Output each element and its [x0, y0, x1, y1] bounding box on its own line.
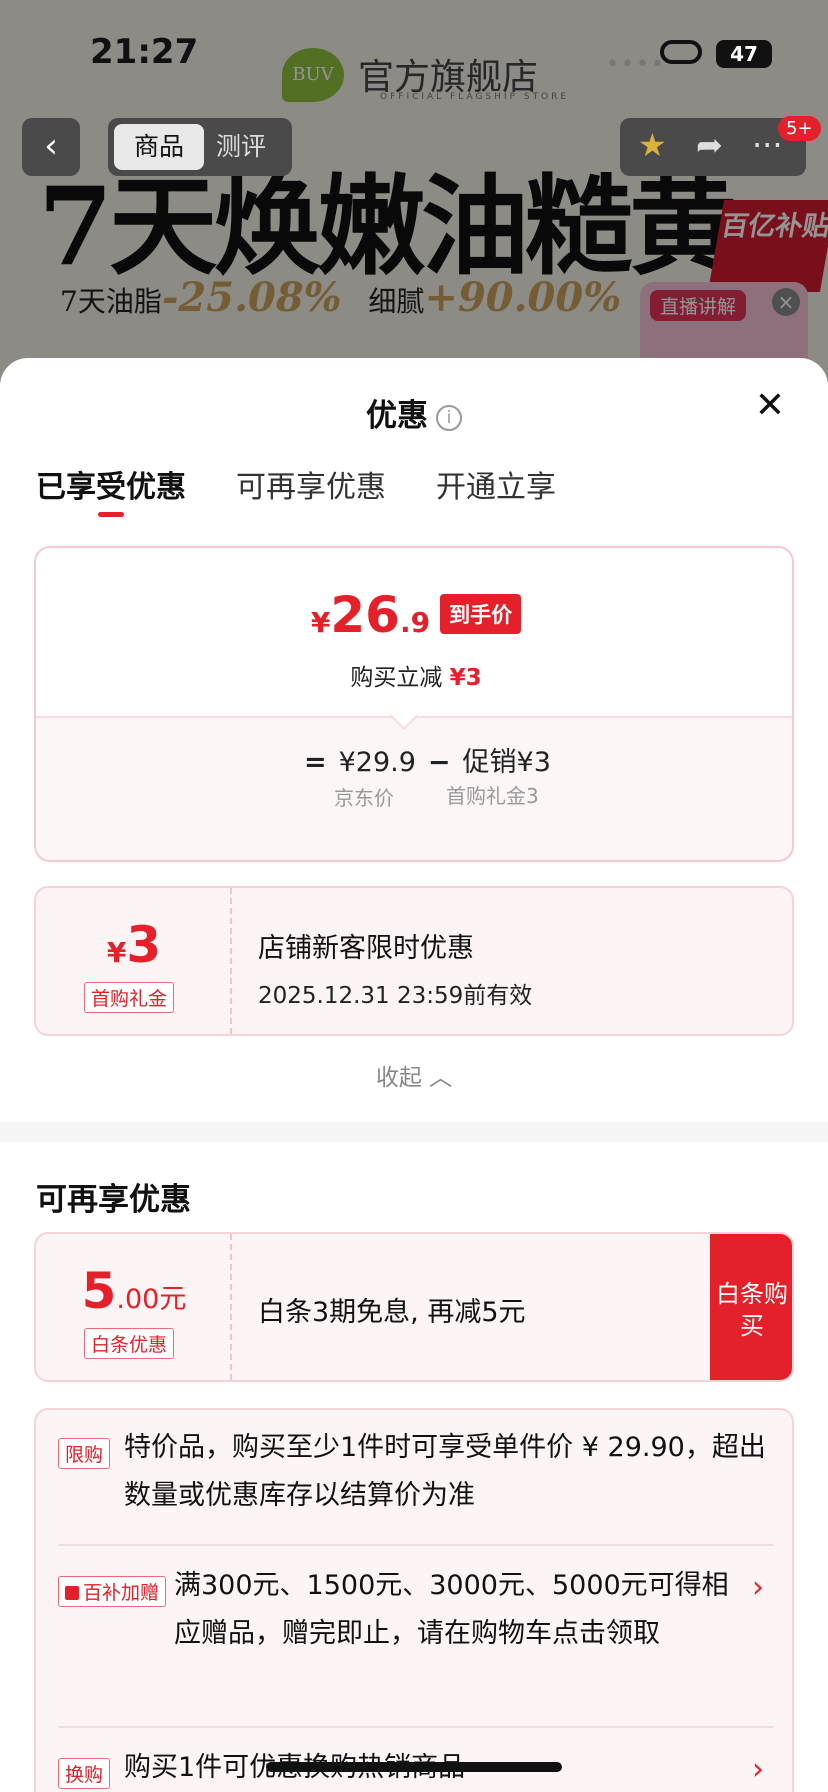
- rule-text: 特价品，购买至少1件时可享受单件价 ¥ 29.90，超出数量或优惠库存以结算价为…: [124, 1432, 766, 1511]
- final-price-pill: 到手价: [440, 594, 522, 634]
- rule-tag: 限购: [58, 1438, 111, 1469]
- product-review-switch[interactable]: 商品 测评: [108, 118, 292, 176]
- back-button[interactable]: ‹: [22, 118, 80, 176]
- price-formula: = ¥29.9− 促销¥3: [304, 747, 551, 778]
- base-price-label: 京东价: [334, 786, 394, 810]
- promotion-rules: 限购 特价品，购买至少1件时可享受单件价 ¥ 29.90，超出数量或优惠库存以结…: [34, 1408, 794, 1792]
- tab-activate[interactable]: 开通立享: [436, 462, 556, 522]
- collapse-button[interactable]: 收起 ︿: [0, 1058, 828, 1092]
- chevron-right-icon: ›: [752, 1570, 764, 1605]
- final-price-card: ¥26.9 到手价 购买立减 ¥3 = ¥29.9− 促销¥3 京东价 首购礼金3: [34, 546, 794, 862]
- rule-limit: 限购 特价品，购买至少1件时可享受单件价 ¥ 29.90，超出数量或优惠库存以结…: [58, 1432, 774, 1532]
- share-icon[interactable]: ➦: [696, 126, 723, 164]
- notification-badge: 5+: [778, 116, 821, 141]
- rule-gift[interactable]: 百补加赠 满300元、1500元、3000元、5000元可得相应赠品，赠完即止，…: [58, 1570, 774, 1710]
- tab-review[interactable]: 测评: [216, 124, 286, 170]
- promo-label: 首购礼金3: [446, 784, 539, 808]
- signal-icon: ••••: [606, 52, 666, 77]
- tab-product[interactable]: 商品: [114, 124, 204, 170]
- coupon-tag: 首购礼金: [84, 982, 175, 1013]
- baitiao-coupon: 5.00元 白条优惠 白条3期免息, 再减5元 白条购买: [34, 1232, 794, 1382]
- info-icon[interactable]: i: [436, 404, 462, 431]
- coupon-amount: ¥3: [106, 916, 162, 974]
- baitiao-buy-button[interactable]: 白条购买: [710, 1234, 792, 1380]
- discount-tabs: 已享受优惠 可再享优惠 开通立享: [36, 462, 606, 522]
- chevron-up-icon: ︿: [429, 1065, 453, 1091]
- baitiao-amount: 5.00元: [81, 1262, 187, 1320]
- status-time: 21:27: [90, 32, 199, 72]
- first-purchase-coupon: ¥3 首购礼金 店铺新客限时优惠 2025.12.31 23:59前有效: [34, 886, 794, 1036]
- section-divider: [0, 1122, 828, 1142]
- rule-text: 满300元、1500元、3000元、5000元可得相应赠品，赠完即止，请在购物车…: [174, 1570, 729, 1649]
- coupon-expiry: 2025.12.31 23:59前有效: [258, 983, 533, 1009]
- sheet-title: 优惠 i: [0, 390, 828, 435]
- baitiao-title: 白条3期免息, 再减5元: [258, 1297, 526, 1328]
- gift-icon: [65, 1586, 79, 1600]
- rule-exchange[interactable]: 换购 购买1件可优惠换购热销商品 ›: [58, 1752, 774, 1792]
- home-indicator[interactable]: [266, 1762, 562, 1772]
- close-icon[interactable]: ✕: [752, 388, 788, 424]
- final-price: ¥26.9 到手价: [36, 586, 792, 644]
- link-icon: [660, 40, 702, 64]
- coupon-title: 店铺新客限时优惠: [258, 933, 474, 964]
- discount-sheet: 优惠 i ✕ 已享受优惠 可再享优惠 开通立享 ¥26.9 到手价 购买立减 ¥3 = ¥…: [0, 358, 828, 1792]
- chevron-right-icon: ›: [752, 1752, 764, 1787]
- rule-tag: 换购: [58, 1758, 111, 1789]
- baitiao-tag: 白条优惠: [84, 1328, 175, 1359]
- favorite-star-icon[interactable]: ★: [638, 126, 667, 164]
- tab-more-available[interactable]: 可再享优惠: [236, 462, 386, 522]
- battery-icon: 47: [716, 40, 772, 68]
- section-title: 可再享优惠: [36, 1182, 191, 1218]
- rule-tag: 百补加赠: [58, 1576, 167, 1607]
- tab-enjoyed[interactable]: 已享受优惠: [36, 462, 186, 522]
- instant-reduction: 购买立减 ¥3: [350, 665, 482, 691]
- product-page-background: BUV 官方旗舰店 OFFICIAL FLAGSHIP STORE 7天焕嫩油糙…: [0, 0, 828, 400]
